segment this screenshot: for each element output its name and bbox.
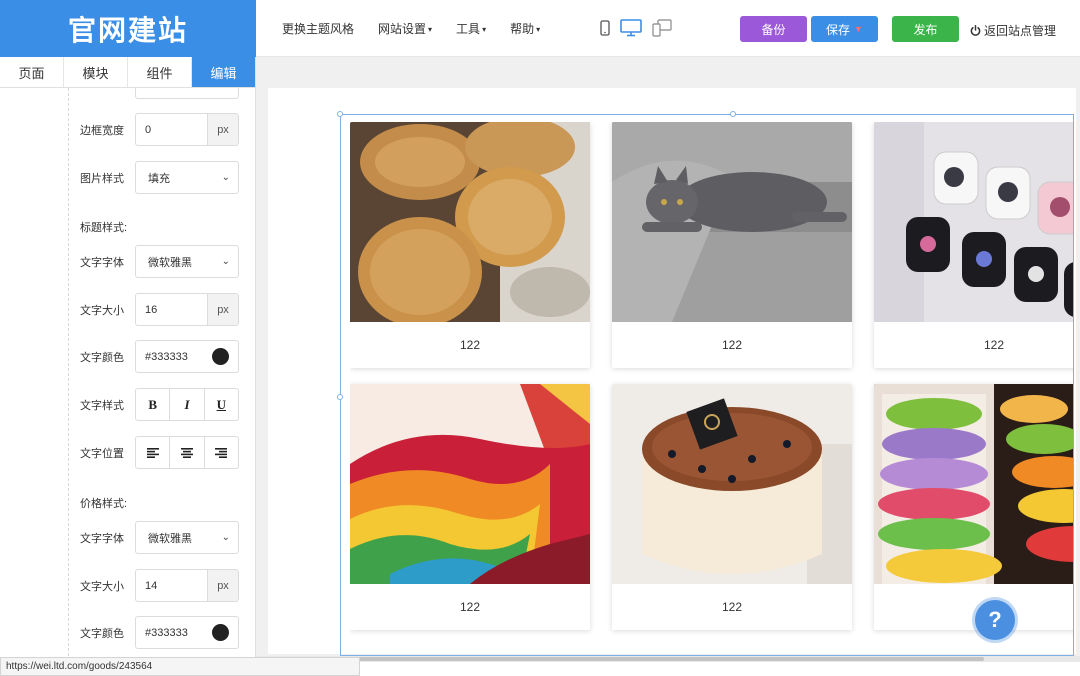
unit-label: px <box>207 114 238 145</box>
field-label: 文字字体 <box>80 256 124 269</box>
caret-down-icon: ▾ <box>428 24 433 34</box>
image-style-select[interactable]: 填充 ⌄ <box>135 161 239 194</box>
top-toolbar: 更换主题风格 网站设置 ▾ 工具 ▾ 帮助 ▾ 备份 保存 ▼ 发布 返回站点管理 <box>256 0 1080 57</box>
resize-handle[interactable] <box>337 111 343 117</box>
save-button[interactable]: 保存 ▼ <box>811 16 878 42</box>
title-color-picker[interactable]: #333333 <box>135 340 239 373</box>
device-switcher <box>600 17 672 39</box>
title-color-row: 文字颜色 #333333 <box>80 340 239 373</box>
image-style-row: 图片样式 填充 ⌄ <box>80 161 239 194</box>
scrollbar-thumb[interactable] <box>304 657 984 661</box>
edit-panel: 边框宽度 0 px 图片样式 填充 ⌄ 标题样式: 文字字体 微软雅黑 ⌄ 文字… <box>0 88 256 676</box>
border-width-row: 边框宽度 0 px <box>80 113 239 146</box>
menu-site-settings[interactable]: 网站设置 ▾ <box>378 20 432 37</box>
price-font-select[interactable]: 微软雅黑 ⌄ <box>135 521 239 554</box>
save-label: 保存 <box>826 22 851 37</box>
text-align-group <box>135 436 239 469</box>
input-value: 14 <box>145 579 158 592</box>
menu-tools[interactable]: 工具 ▾ <box>456 20 486 37</box>
select-value: 填充 <box>148 172 170 185</box>
price-color-row: 文字颜色 #333333 <box>80 616 239 649</box>
caret-down-icon: ▾ <box>482 24 487 34</box>
publish-label: 发布 <box>913 22 938 37</box>
unit-label: px <box>207 570 238 601</box>
title-size-input[interactable]: 16 px <box>135 293 239 326</box>
field-label: 文字样式 <box>80 399 124 412</box>
title-size-row: 文字大小 16 px <box>80 293 239 326</box>
help-button[interactable]: ? <box>975 600 1015 640</box>
field-label: 文字位置 <box>80 447 124 460</box>
chevron-down-icon: ⌄ <box>221 172 230 183</box>
chevron-down-icon: ⌄ <box>221 532 230 543</box>
color-value: #333333 <box>145 626 188 639</box>
back-label: 返回站点管理 <box>984 24 1057 38</box>
top-menu: 更换主题风格 网站设置 ▾ 工具 ▾ 帮助 ▾ <box>282 20 564 37</box>
desktop-icon[interactable] <box>620 17 642 39</box>
border-width-input[interactable]: 0 px <box>135 113 239 146</box>
site-logo: 官网建站 <box>0 0 256 57</box>
field-label: 图片样式 <box>80 172 124 185</box>
menu-label: 网站设置 <box>378 21 427 36</box>
italic-button[interactable]: I <box>170 389 205 420</box>
field-label: 文字大小 <box>80 304 124 317</box>
price-color-picker[interactable]: #333333 <box>135 616 239 649</box>
title-text-style-row: 文字样式 B I U <box>80 388 239 421</box>
tab-modules[interactable]: 模块 <box>64 57 128 87</box>
color-value: #333333 <box>145 350 188 363</box>
caret-down-icon: ▾ <box>536 24 541 34</box>
backup-button[interactable]: 备份 <box>740 16 807 42</box>
mobile-icon[interactable] <box>600 17 610 39</box>
menu-change-theme[interactable]: 更换主题风格 <box>282 20 354 37</box>
price-size-input[interactable]: 14 px <box>135 569 239 602</box>
resize-handle[interactable] <box>730 111 736 117</box>
publish-button[interactable]: 发布 <box>892 16 959 42</box>
tab-components[interactable]: 组件 <box>128 57 192 87</box>
menu-help[interactable]: 帮助 ▾ <box>510 20 540 37</box>
menu-label: 更换主题风格 <box>282 21 355 36</box>
select-value: 微软雅黑 <box>148 256 192 269</box>
multi-device-icon[interactable] <box>652 17 672 39</box>
align-right-icon[interactable] <box>205 437 238 468</box>
left-tabs: 页面 模块 组件 编辑 <box>0 57 256 88</box>
menu-label: 工具 <box>456 21 481 36</box>
bold-button[interactable]: B <box>136 389 171 420</box>
price-style-heading: 价格样式: <box>80 498 128 510</box>
price-font-row: 文字字体 微软雅黑 ⌄ <box>80 521 239 554</box>
input-value: 0 <box>145 123 152 136</box>
menu-label: 帮助 <box>510 21 535 36</box>
module-selection-frame[interactable] <box>337 111 1074 656</box>
power-icon <box>970 25 981 36</box>
field-label: 边框宽度 <box>80 124 124 137</box>
panel-guide-line <box>68 88 69 676</box>
caret-down-icon: ▼ <box>854 24 863 34</box>
truncated-input[interactable] <box>135 88 239 99</box>
tab-pages[interactable]: 页面 <box>0 57 64 87</box>
field-label: 文字大小 <box>80 580 124 593</box>
back-to-site-management-link[interactable]: 返回站点管理 <box>970 22 1056 39</box>
tab-edit[interactable]: 编辑 <box>192 57 255 87</box>
status-bar-url: https://wei.ltd.com/goods/243564 <box>0 657 360 676</box>
title-font-row: 文字字体 微软雅黑 ⌄ <box>80 245 239 278</box>
field-label: 文字颜色 <box>80 627 124 640</box>
chevron-down-icon: ⌄ <box>221 256 230 267</box>
text-style-group: B I U <box>135 388 239 421</box>
field-label: 文字字体 <box>80 532 124 545</box>
title-style-heading: 标题样式: <box>80 222 128 234</box>
price-size-row: 文字大小 14 px <box>80 569 239 602</box>
align-left-icon[interactable] <box>136 437 171 468</box>
select-value: 微软雅黑 <box>148 532 192 545</box>
resize-handle[interactable] <box>337 394 343 400</box>
unit-label: px <box>207 294 238 325</box>
title-font-select[interactable]: 微软雅黑 ⌄ <box>135 245 239 278</box>
align-center-icon[interactable] <box>170 437 205 468</box>
input-value: 16 <box>145 303 158 316</box>
horizontal-scrollbar[interactable] <box>256 656 1080 662</box>
backup-label: 备份 <box>761 22 786 37</box>
underline-button[interactable]: U <box>205 389 238 420</box>
color-swatch[interactable] <box>212 624 229 641</box>
title-align-row: 文字位置 <box>80 436 239 469</box>
field-label: 文字颜色 <box>80 351 124 364</box>
color-swatch[interactable] <box>212 348 229 365</box>
